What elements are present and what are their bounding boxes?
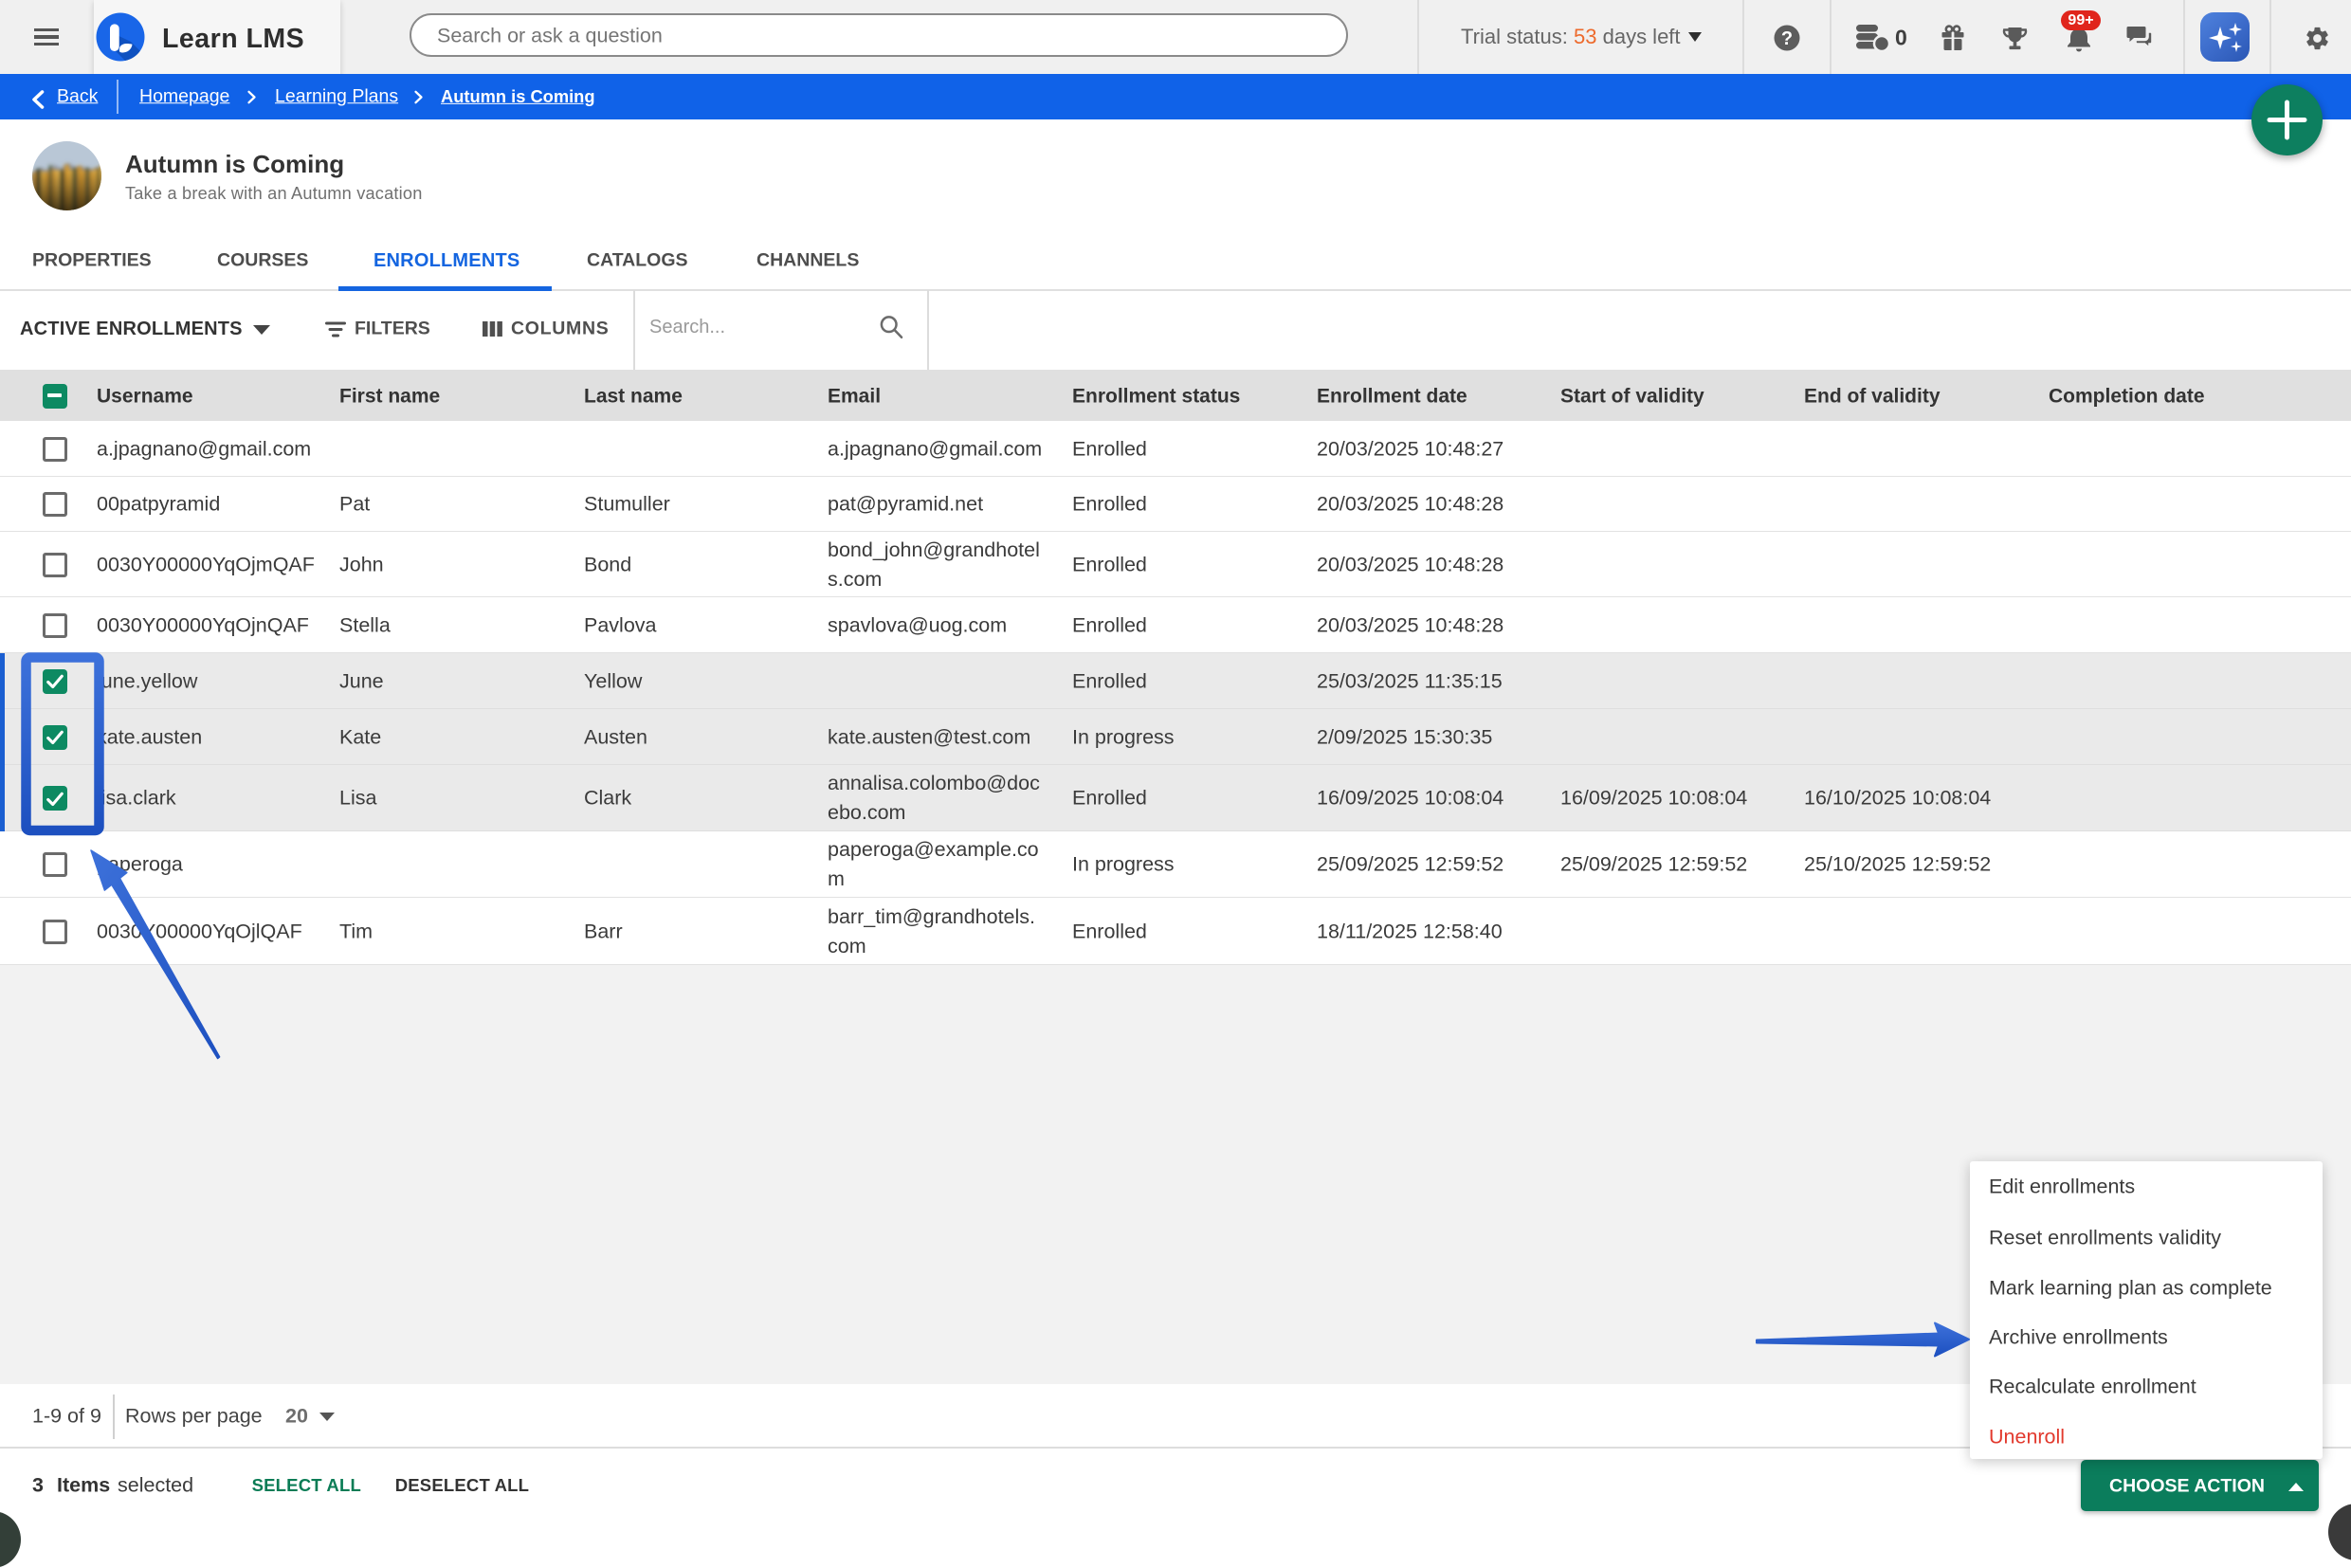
svg-text:?: ? [1781, 28, 1793, 49]
